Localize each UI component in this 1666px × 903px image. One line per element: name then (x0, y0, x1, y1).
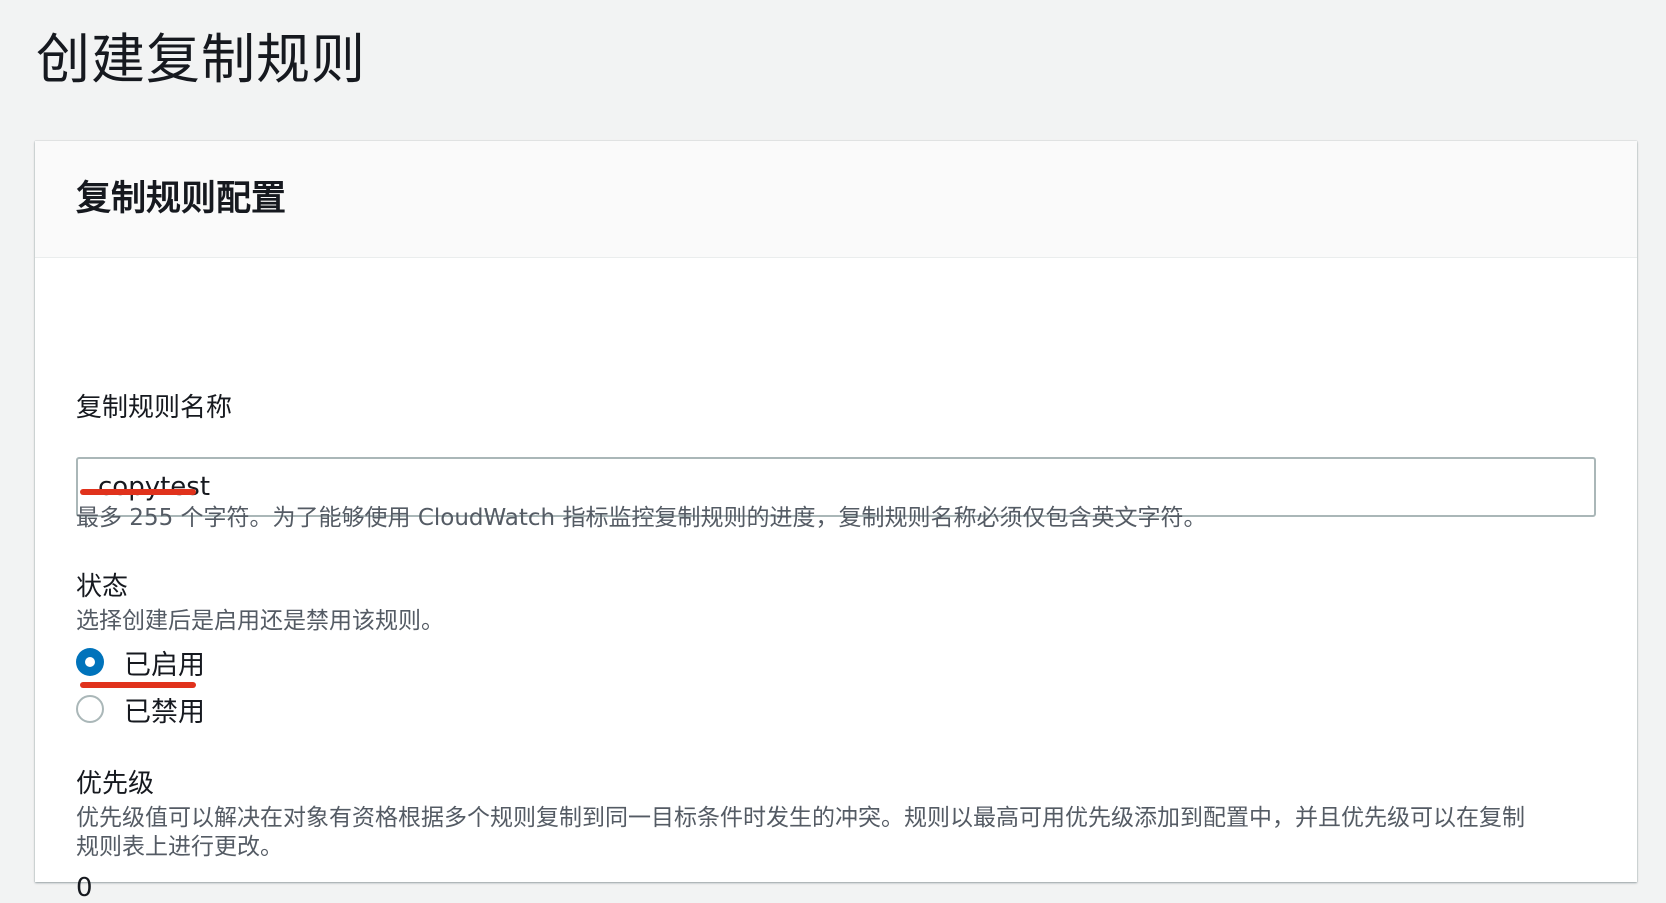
rule-name-hint: 最多 255 个字符。为了能够使用 CloudWatch 指标监控复制规则的进度… (76, 505, 1207, 531)
page-title: 创建复制规则 (36, 28, 366, 91)
status-label: 状态 (76, 572, 129, 602)
status-description: 选择创建后是启用还是禁用该规则。 (76, 608, 444, 634)
status-option-label: 已禁用 (124, 696, 205, 728)
replication-rule-config-panel: 复制规则配置 复制规则名称 最多 255 个字符。为了能够使用 CloudWat… (35, 141, 1637, 903)
priority-description-line1: 优先级值可以解决在对象有资格根据多个规则复制到同一目标条件时发生的冲突。规则以最… (76, 805, 1525, 831)
status-option-disabled[interactable]: 已禁用 (76, 689, 205, 729)
annotation-underline-name (80, 489, 196, 495)
priority-label: 优先级 (76, 769, 155, 799)
panel-header: 复制规则配置 (35, 141, 1637, 258)
priority-description-line2: 规则表上进行更改。 (76, 834, 283, 860)
rule-name-label: 复制规则名称 (76, 393, 233, 423)
status-option-label: 已启用 (124, 649, 205, 681)
panel-title: 复制规则配置 (76, 179, 287, 219)
priority-value: 0 (76, 873, 93, 903)
radio-unchecked-icon[interactable] (76, 695, 104, 723)
status-option-enabled[interactable]: 已启用 (76, 642, 205, 682)
radio-checked-icon[interactable] (76, 648, 104, 676)
annotation-underline-status (80, 682, 196, 688)
